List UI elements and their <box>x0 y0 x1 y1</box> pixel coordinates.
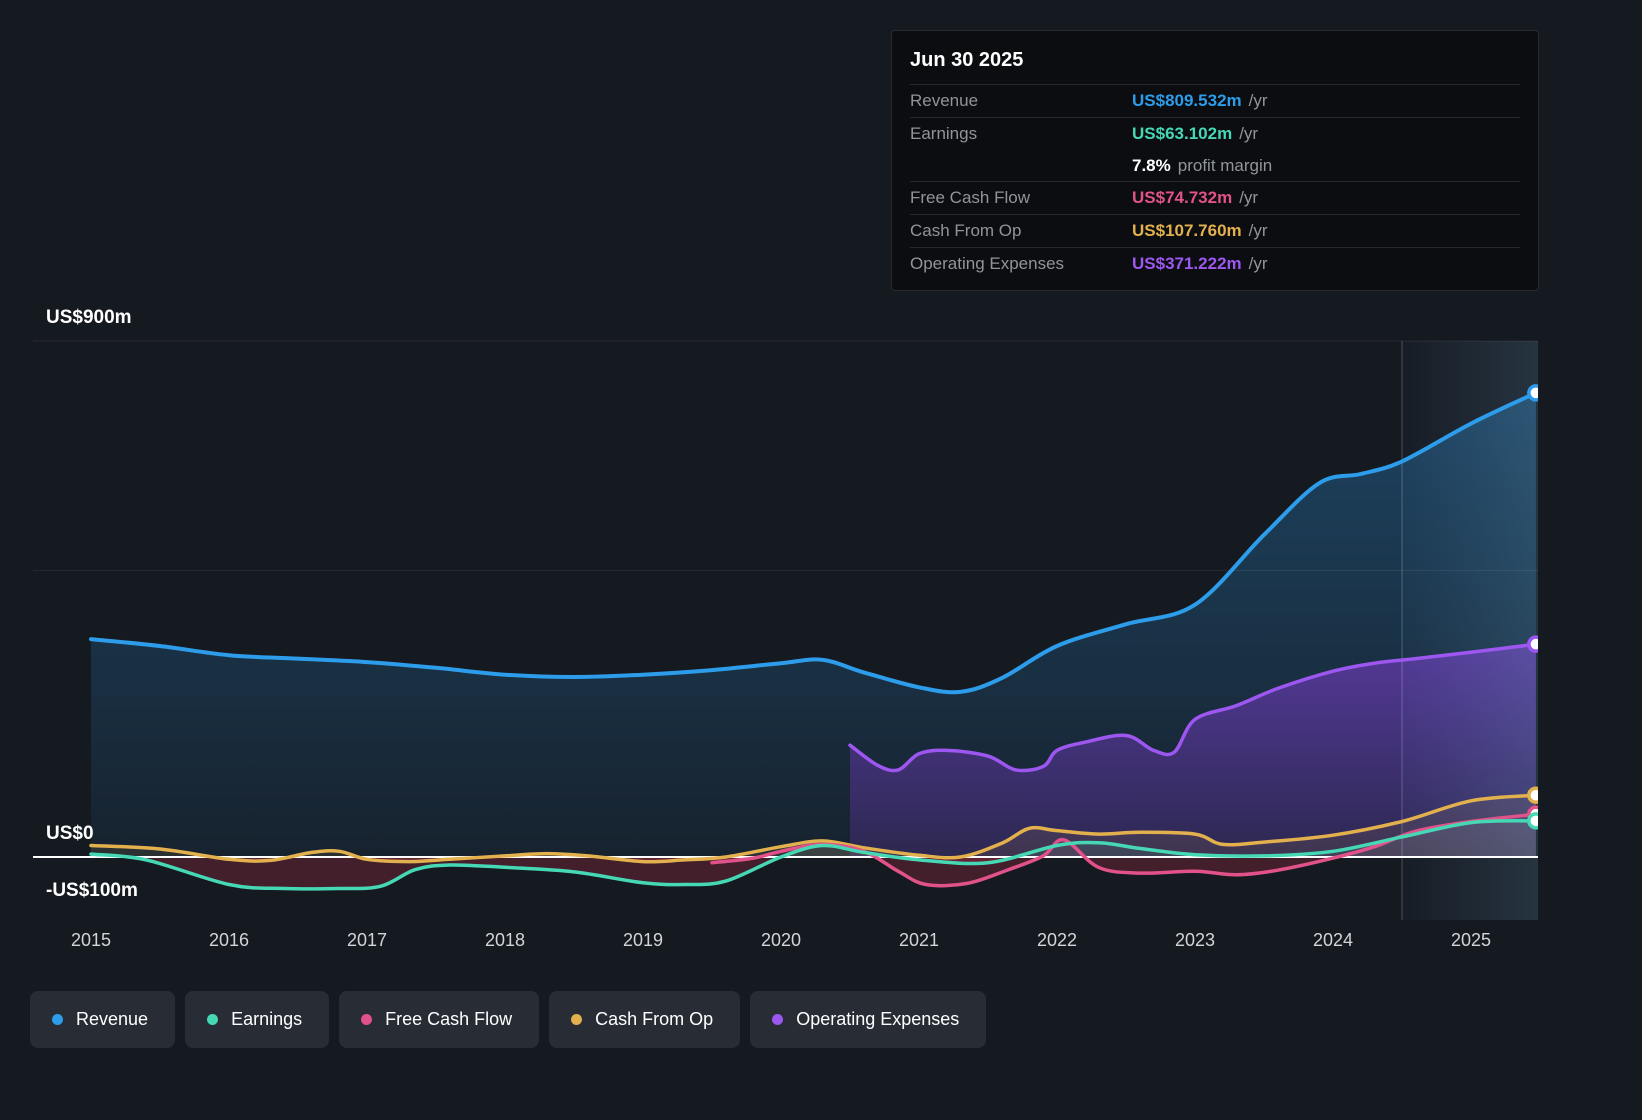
x-axis-label-2015: 2015 <box>70 930 112 950</box>
x-axis-label-2017: 2017 <box>346 930 388 950</box>
operating-expenses-legend-dot-icon <box>772 1014 784 1025</box>
x-axis-label-2019: 2019 <box>622 930 664 950</box>
legend: Revenue Earnings Free Cash Flow Cash From O… <box>30 991 987 1048</box>
tooltip-value: US$107.760m <box>1132 221 1242 240</box>
tooltip-suffix: /yr <box>1239 124 1259 143</box>
tooltip-value-group: US$63.102m/yr <box>1132 124 1520 144</box>
tooltip-row-earnings: Earnings US$63.102m/yr <box>910 117 1520 150</box>
legend-item-label: Revenue <box>76 1009 149 1029</box>
legend-item-earnings[interactable]: Earnings <box>185 991 330 1048</box>
tooltip-label: Revenue <box>910 91 979 110</box>
tooltip-value: 7.8% <box>1132 155 1171 175</box>
x-axis-label-2023: 2023 <box>1174 930 1216 950</box>
y-axis-label-0: US$0 <box>46 823 94 844</box>
x-axis-label-2022: 2022 <box>1036 930 1078 950</box>
cash-from-op-legend-dot-icon <box>571 1014 583 1025</box>
tooltip-row-cash-from-op: Cash From Op US$107.760m/yr <box>910 214 1520 247</box>
tooltip-suffix: /yr <box>1248 254 1268 273</box>
chart-tooltip: Jun 30 2025 Revenue US$809.532m/yr Earning… <box>891 30 1539 291</box>
tooltip-suffix: /yr <box>1239 188 1259 207</box>
revenue-legend-dot-icon <box>52 1014 63 1025</box>
tooltip-value-group: US$809.532m/yr <box>1132 91 1520 111</box>
tooltip-label: Free Cash Flow <box>910 188 1030 207</box>
tooltip-value: US$809.532m <box>1132 91 1242 110</box>
earnings-legend-dot-icon <box>207 1014 219 1025</box>
tooltip-label: Operating Expenses <box>910 254 1065 273</box>
earnings-revenue-chart-page: US$900m US$0 -US$100m 2015 2016 2017 2018 2019… <box>0 0 1642 1120</box>
legend-item-cash-from-op[interactable]: Cash From Op <box>549 991 741 1048</box>
tooltip-row-free-cash-flow: Free Cash Flow US$74.732m/yr <box>910 181 1520 214</box>
legend-item-operating-expenses[interactable]: Operating Expenses <box>750 991 987 1048</box>
tooltip-label: Earnings <box>910 124 978 143</box>
legend-item-free-cash-flow[interactable]: Free Cash Flow <box>339 991 540 1048</box>
tooltip-label: Cash From Op <box>910 221 1022 240</box>
y-axis-label--100: -US$100m <box>46 880 138 902</box>
legend-item-label: Cash From Op <box>595 1009 714 1029</box>
x-axis-label-2025: 2025 <box>1450 930 1492 950</box>
legend-item-label: Operating Expenses <box>796 1009 960 1029</box>
legend-item-label: Earnings <box>231 1009 303 1029</box>
tooltip-value-group: US$74.732m/yr <box>1132 188 1520 208</box>
tooltip-value: US$74.732m <box>1132 188 1233 207</box>
tooltip-value-group: US$371.222m/yr <box>1132 254 1520 274</box>
tooltip-rows: Revenue US$809.532m/yr Earnings US$63.102m /… <box>910 84 1520 280</box>
free-cash-flow-legend-dot-icon <box>361 1014 373 1025</box>
tooltip-value: US$371.222m <box>1132 254 1242 273</box>
tooltip-value-group: US$107.760m/yr <box>1132 221 1520 241</box>
plot-area[interactable] <box>33 341 1538 920</box>
tooltip-row-operating-expenses: Operating Expenses US$371.222m/yr <box>910 247 1520 280</box>
x-axis-label-2021: 2021 <box>898 930 940 950</box>
legend-item-label: Free Cash Flow <box>385 1009 513 1029</box>
tooltip-suffix: profit margin <box>1177 155 1273 175</box>
tooltip-suffix: /yr <box>1248 91 1268 110</box>
tooltip-suffix: /yr <box>1248 221 1268 240</box>
x-axis-label-2016: 2016 <box>208 930 250 950</box>
tooltip-row-revenue: Revenue US$809.532m/yr <box>910 84 1520 117</box>
x-axis-label-2024: 2024 <box>1312 930 1354 950</box>
legend-item-revenue[interactable]: Revenue <box>30 991 176 1048</box>
tooltip-date: Jun 30 2025 <box>910 49 1024 71</box>
tooltip-value: US$63.102m <box>1132 124 1233 143</box>
x-axis-label-2018: 2018 <box>484 930 526 950</box>
x-axis-label-2020: 2020 <box>760 930 802 950</box>
tooltip-value-group: 7.8% profit margin <box>1132 156 1520 176</box>
y-axis-label-900: US$900m <box>46 307 132 328</box>
tooltip-row-profit-margin: 7.8% profit margin <box>910 150 1520 181</box>
